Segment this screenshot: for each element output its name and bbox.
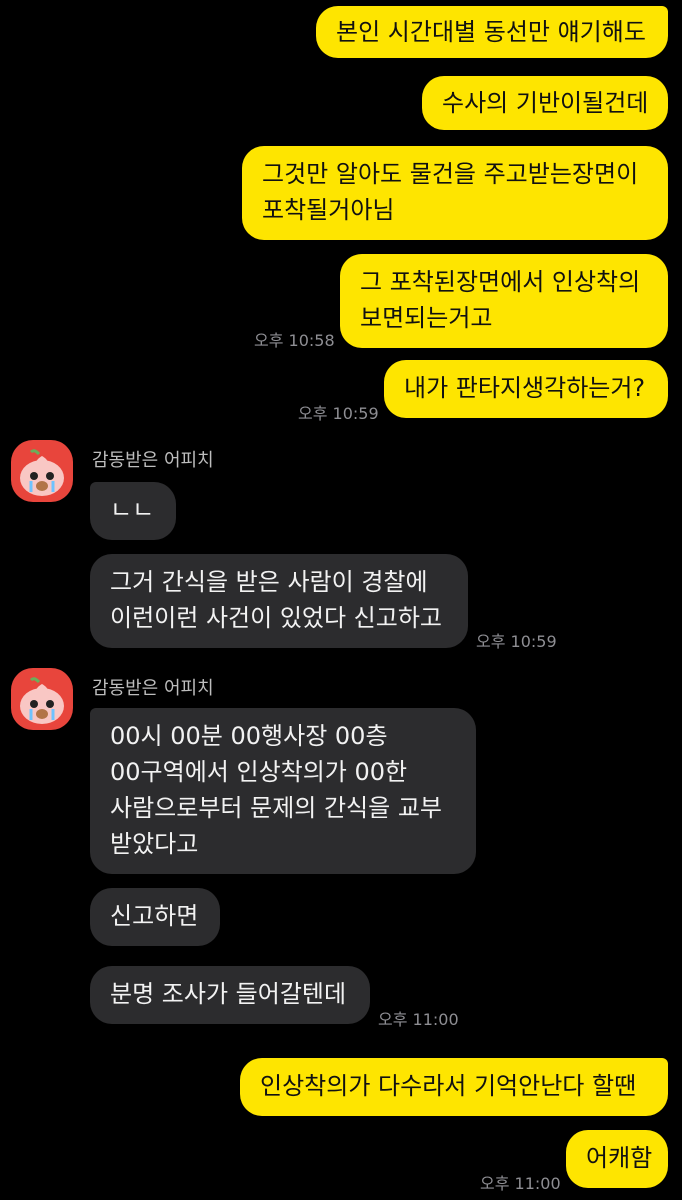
sender-name: 감동받은 어피치	[92, 678, 214, 699]
outgoing-message[interactable]: 본인 시간대별 동선만 얘기해도	[316, 6, 668, 58]
apeach-crying-avatar-icon[interactable]	[11, 668, 73, 730]
message-line: 그 포착된장면에서 인상착의	[360, 268, 641, 296]
message-timestamp: 오후 10:59	[298, 404, 379, 423]
message-text: 본인 시간대별 동선만 얘기해도	[336, 18, 646, 46]
message-line: 이런이런 사건이 있었다 신고하고	[110, 604, 443, 632]
message-text: ㄴㄴ	[110, 496, 155, 524]
message-line: 포착될거아님	[262, 196, 395, 224]
message-text: 신고하면	[110, 902, 199, 930]
message-text: 수사의 기반이될건데	[442, 89, 649, 117]
incoming-message[interactable]: 00시 00분 00행사장 00층 00구역에서 인상착의가 00한 사람으로부…	[90, 708, 476, 874]
apeach-crying-avatar-icon[interactable]	[11, 440, 73, 502]
message-timestamp: 오후 10:58	[254, 331, 335, 350]
message-text: 인상착의가 다수라서 기억안난다 할땐	[260, 1072, 637, 1100]
message-text: 어캐함	[586, 1144, 653, 1172]
message-timestamp: 오후 11:00	[480, 1174, 561, 1193]
outgoing-message[interactable]: 내가 판타지생각하는거?	[384, 360, 668, 418]
outgoing-message[interactable]: 수사의 기반이될건데	[422, 76, 668, 130]
incoming-message[interactable]: ㄴㄴ	[90, 482, 176, 540]
incoming-message[interactable]: 그거 간식을 받은 사람이 경찰에 이런이런 사건이 있었다 신고하고	[90, 554, 468, 648]
message-text: 분명 조사가 들어갈텐데	[110, 980, 347, 1008]
outgoing-message[interactable]: 그것만 알아도 물건을 주고받는장면이 포착될거아님	[242, 146, 668, 240]
outgoing-message[interactable]: 어캐함	[566, 1130, 668, 1188]
message-line: 00구역에서 인상착의가 00한	[110, 758, 408, 786]
message-text: 내가 판타지생각하는거?	[404, 374, 646, 402]
message-line: 받았다고	[110, 830, 199, 858]
message-line: 사람으로부터 문제의 간식을 교부	[110, 794, 443, 822]
outgoing-message[interactable]: 그 포착된장면에서 인상착의 보면되는거고	[340, 254, 668, 348]
message-line: 00시 00분 00행사장 00층	[110, 722, 388, 750]
message-timestamp: 오후 10:59	[476, 632, 557, 651]
message-timestamp: 오후 11:00	[378, 1010, 459, 1029]
incoming-message[interactable]: 분명 조사가 들어갈텐데	[90, 966, 370, 1024]
message-line: 그것만 알아도 물건을 주고받는장면이	[262, 160, 639, 188]
sender-name: 감동받은 어피치	[92, 450, 214, 471]
outgoing-message[interactable]: 인상착의가 다수라서 기억안난다 할땐	[240, 1058, 668, 1116]
message-line: 그거 간식을 받은 사람이 경찰에	[110, 568, 428, 596]
message-line: 보면되는거고	[360, 304, 493, 332]
incoming-message[interactable]: 신고하면	[90, 888, 220, 946]
